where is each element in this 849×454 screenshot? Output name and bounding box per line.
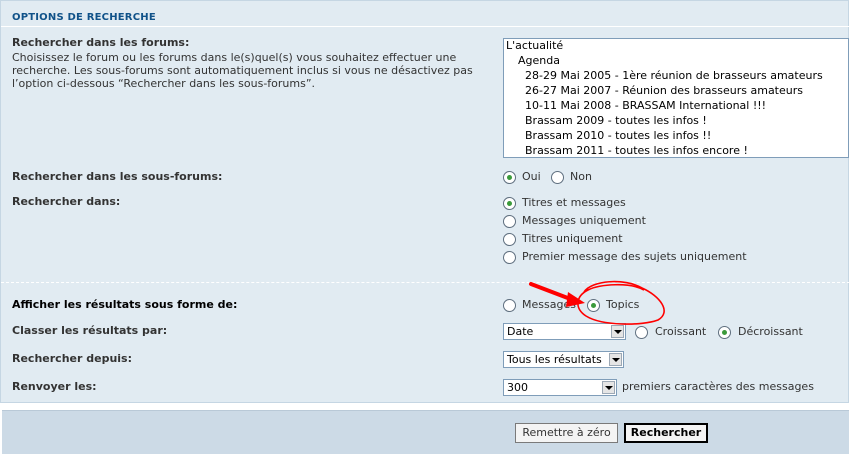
search-in-option[interactable]: Messages uniquement (522, 214, 646, 227)
search-button[interactable]: Rechercher (624, 423, 708, 443)
chevron-down-icon[interactable] (611, 325, 624, 338)
search-in-option[interactable]: Titres uniquement (522, 232, 623, 245)
forums-listbox[interactable]: L'actualité Agenda 28-29 Mai 2005 - 1ère… (503, 38, 849, 158)
search-in-titles-radio[interactable] (503, 233, 516, 246)
forum-option[interactable]: 26-27 Mai 2007 - Réunion des brasseurs a… (525, 84, 803, 97)
section-divider (1, 282, 849, 283)
forums-label: Rechercher dans les forums: (12, 36, 190, 49)
forum-option[interactable]: Agenda (518, 54, 560, 67)
chevron-down-icon[interactable] (609, 353, 622, 366)
sort-field-value: Date (507, 325, 534, 338)
forum-option[interactable]: 28-29 Mai 2005 - 1ère réunion de brasseu… (525, 69, 823, 82)
since-value: Tous les résultats (507, 353, 602, 366)
sort-desc-radio[interactable] (718, 326, 731, 339)
subforums-label: Rechercher dans les sous-forums: (12, 170, 223, 183)
search-in-first-post-radio[interactable] (503, 251, 516, 264)
search-in-option[interactable]: Premier message des sujets uniquement (522, 250, 747, 263)
since-select[interactable]: Tous les résultats (503, 351, 624, 368)
return-label: Renvoyer les: (12, 380, 97, 393)
return-select[interactable]: 300 (503, 379, 617, 396)
search-in-messages-radio[interactable] (503, 215, 516, 228)
return-value: 300 (507, 381, 528, 394)
button-bar: Remettre à zéro Rechercher (2, 410, 849, 454)
search-in-option[interactable]: Titres et messages (522, 196, 626, 209)
subforums-yes-label[interactable]: Oui (522, 170, 541, 183)
display-messages-radio[interactable] (503, 299, 516, 312)
since-label: Rechercher depuis: (12, 352, 132, 365)
sort-field-select[interactable]: Date (503, 323, 626, 340)
subforums-no-label[interactable]: Non (570, 170, 592, 183)
forum-option[interactable]: 10-11 Mai 2008 - BRASSAM International !… (525, 99, 766, 112)
search-in-label: Rechercher dans: (12, 195, 121, 208)
title-divider (1, 26, 849, 27)
sort-asc-radio[interactable] (635, 326, 648, 339)
return-suffix: premiers caractères des messages (622, 380, 814, 393)
sort-label: Classer les résultats par: (12, 324, 168, 337)
subforums-yes-radio[interactable] (503, 171, 516, 184)
sort-desc-label[interactable]: Décroissant (738, 325, 803, 338)
section-title: OPTIONS DE RECHERCHE (12, 12, 156, 23)
sort-asc-label[interactable]: Croissant (655, 325, 706, 338)
forum-option[interactable]: L'actualité (506, 39, 563, 52)
search-in-titles-messages-radio[interactable] (503, 197, 516, 210)
subforums-no-radio[interactable] (551, 171, 564, 184)
forums-explain: Choisissez le forum ou les forums dans l… (12, 51, 473, 90)
forum-option[interactable]: Brassam 2011 - toutes les infos encore ! (525, 144, 748, 157)
display-label: Afficher les résultats sous forme de: (12, 298, 238, 311)
search-options-panel: OPTIONS DE RECHERCHE Rechercher dans les… (0, 0, 849, 403)
display-topics-radio[interactable] (587, 299, 600, 312)
display-topics-label[interactable]: Topics (606, 298, 639, 311)
reset-button[interactable]: Remettre à zéro (515, 423, 618, 443)
forum-option[interactable]: Brassam 2009 - toutes les infos ! (525, 114, 707, 127)
forum-option[interactable]: Brassam 2010 - toutes les infos !! (525, 129, 711, 142)
chevron-down-icon[interactable] (602, 381, 615, 394)
display-messages-label[interactable]: Messages (522, 298, 576, 311)
